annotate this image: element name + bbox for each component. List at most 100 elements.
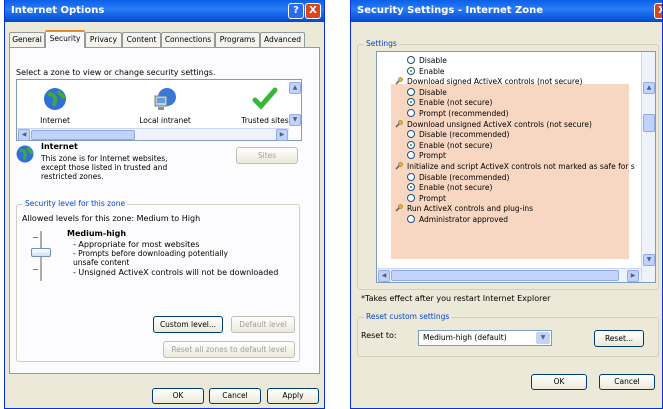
setting-option[interactable]: Enable (not secure) [407,140,493,152]
settings-gear-icon [395,204,403,212]
settings-vertical-scrollbar[interactable]: ▲ ▼ [641,52,655,282]
custom-level-button[interactable]: Custom level... [153,316,223,333]
reset-all-zones-button[interactable]: Reset all zones to default level [163,341,295,358]
cancel-button[interactable]: Cancel [209,388,261,404]
reset-to-select[interactable]: Medium-high (default) ▼ [418,330,552,346]
tab-general[interactable]: General [9,32,45,47]
setting-option[interactable]: Enable [407,66,445,78]
setting-option[interactable]: Disable [407,56,447,67]
settings-horizontal-scrollbar[interactable]: ◀ ▶ [377,268,641,282]
setting-group-header: Initialize and script ActiveX controls n… [395,162,635,173]
scroll-left-button[interactable]: ◀ [18,129,30,141]
setting-label: Prompt [419,193,446,203]
settings-scroll-left-button[interactable]: ◀ [378,270,390,282]
restart-note: *Takes effect after you restart Internet… [361,294,551,303]
security-tab-panel: Select a zone to view or change security… [9,47,320,374]
title-bar: Internet Options ? X [5,0,324,22]
radio-icon[interactable] [407,109,415,117]
level-bullet-1: - Appropriate for most websites [73,240,200,249]
sites-button[interactable]: Sites [236,147,298,164]
settings-list[interactable]: Disable Enable Download signed ActiveX con… [376,51,656,283]
settings-h-scroll-thumb[interactable] [391,270,619,281]
radio-icon[interactable] [407,215,415,223]
reset-button[interactable]: Reset... [594,330,644,347]
allowed-levels-text: Allowed levels for this zone: Medium to … [22,214,201,223]
ok-button[interactable]: OK [152,388,204,404]
tab-content[interactable]: Content [122,32,161,47]
tab-connections[interactable]: Connections [161,32,215,47]
zone-horizontal-scrollbar[interactable]: ◀ ▶ [17,128,289,141]
zone-prompt: Select a zone to view or change security… [16,68,216,77]
setting-option[interactable]: Enable (not secure) [407,183,492,194]
setting-label: Download unsigned ActiveX controls (not … [407,119,592,129]
globe-icon [42,86,68,112]
security-level-legend: Security level for this zone [23,199,128,208]
scroll-thumb[interactable] [31,130,135,140]
ok-button[interactable]: OK [531,374,587,390]
tab-security[interactable]: Security [45,30,85,48]
security-level-name: Medium-high [67,229,127,238]
setting-label: Disable (recommended) [419,130,510,140]
settings-group: Settings Disable Enable Download signed Ac… [357,39,659,290]
reset-group: Reset custom settings Reset to: Medium-h… [357,312,659,357]
help-button[interactable]: ? [288,3,304,19]
setting-label: Initialize and script ActiveX controls n… [407,162,635,171]
setting-option[interactable]: Enable (not secure) [407,98,492,109]
settings-scroll-thumb[interactable] [643,114,655,132]
radio-icon[interactable] [407,87,415,96]
setting-option[interactable]: Prompt [407,193,446,205]
internet-options-window: Internet Options ? X General Security Pr… [4,0,325,409]
selected-zone-description: This zone is for Internet websites, exce… [41,154,168,181]
close-button[interactable]: X [305,3,321,19]
tab-advanced[interactable]: Advanced [260,32,305,47]
radio-selected-icon[interactable] [407,183,415,192]
radio-icon[interactable] [407,56,415,64]
radio-icon[interactable] [407,130,415,139]
chevron-down-icon[interactable]: ▼ [536,332,550,344]
slider-thumb[interactable] [31,248,51,257]
settings-scroll-down-button[interactable]: ▼ [643,254,655,266]
tab-privacy[interactable]: Privacy [85,32,122,47]
settings-gear-icon [395,162,403,170]
settings-scroll-up-button[interactable]: ▲ [643,82,655,94]
setting-option[interactable]: Administrator approved [407,215,508,226]
zone-internet[interactable]: Internet [25,86,85,125]
zone-local-intranet[interactable]: Local intranet [135,86,195,125]
radio-icon[interactable] [407,193,415,202]
radio-icon[interactable] [407,172,415,181]
zone-scroll-down-button[interactable]: ▼ [289,114,301,126]
setting-label: Download signed ActiveX controls (not se… [407,77,583,87]
radio-selected-icon[interactable] [407,66,415,75]
zone-list[interactable]: Internet Local intranet Trusted sites ▲ … [16,79,302,141]
zone-scroll-up-button[interactable]: ▲ [289,82,301,94]
setting-option[interactable]: Prompt [407,151,446,162]
setting-option[interactable]: Disable (recommended) [407,130,509,141]
reset-legend: Reset custom settings [364,312,452,321]
window-title: Internet Options [11,5,105,16]
radio-icon[interactable] [407,151,415,160]
setting-label: Prompt [419,151,446,161]
setting-option[interactable]: Disable [407,87,447,99]
setting-label: Prompt (recommended) [419,109,509,118]
apply-button[interactable]: Apply [267,388,319,404]
close-button[interactable]: X [654,3,662,19]
radio-selected-icon[interactable] [407,140,415,149]
zone-trusted-sites-label: Trusted sites [241,116,289,125]
scroll-right-button[interactable]: ▶ [276,129,288,141]
zone-trusted-sites[interactable]: Trusted sites [235,86,295,125]
checkmark-icon [252,86,278,112]
settings-scroll-right-button[interactable]: ▶ [627,270,639,282]
setting-option[interactable]: Prompt (recommended) [407,109,509,120]
tab-programs[interactable]: Programs [215,32,260,47]
default-level-button[interactable]: Default level [231,316,295,333]
setting-option[interactable]: Disable (recommended) [407,172,509,184]
level-bullet-2: - Prompts before downloading potentially… [73,249,228,267]
cancel-button[interactable]: Cancel [599,374,655,390]
setting-label: Enable (not secure) [419,140,493,150]
globe-icon [15,144,35,164]
radio-selected-icon[interactable] [407,98,415,107]
security-level-slider[interactable] [29,231,53,281]
title-bar: Security Settings - Internet Zone X [351,0,662,22]
setting-group-header: Run ActiveX controls and plug-ins [395,204,533,215]
security-level-group: Security level for this zone Allowed lev… [16,199,300,362]
